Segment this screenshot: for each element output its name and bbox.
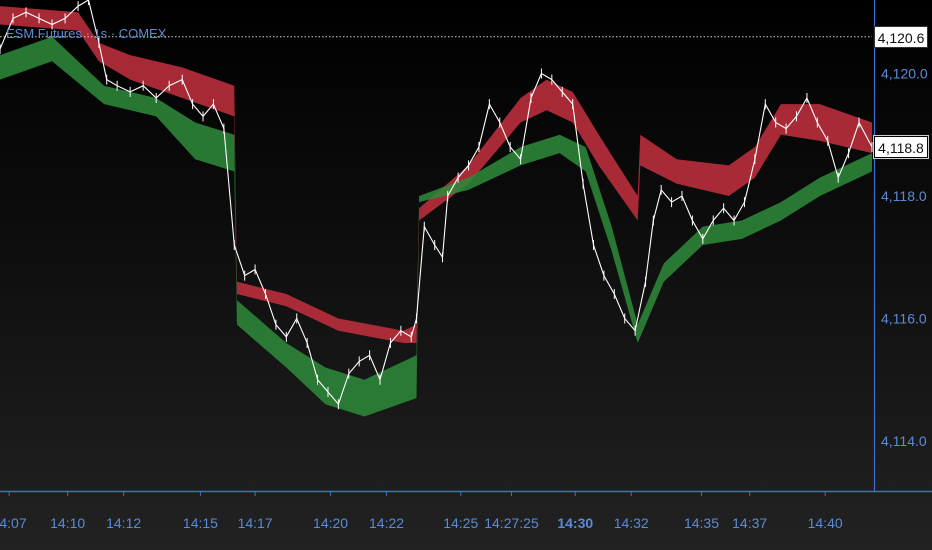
y-axis-ticks: 4,120.0 4,118.0 4,116.0 4,114.0 xyxy=(881,66,928,450)
x-tick-label: 14:12 xyxy=(106,515,141,531)
x-tick-label: 14:22 xyxy=(369,515,404,531)
x-tick-label: 14:07 xyxy=(0,515,27,531)
bands-layer xyxy=(0,6,872,417)
chart-root: 4,120.04,118.04,116.04,114.0 14:0714:101… xyxy=(0,0,932,550)
upper-band xyxy=(0,6,872,343)
x-tick-label: 14:40 xyxy=(808,515,843,531)
x-tick-label: 14:27:25 xyxy=(484,515,539,531)
chart-canvas[interactable]: 4,120.04,118.04,116.04,114.0 14:0714:101… xyxy=(0,0,932,550)
x-tick-label: 14:35 xyxy=(684,515,719,531)
symbol-label: ESM Futures · 1s · COMEX xyxy=(6,26,167,41)
x-tick-label: 14:37 xyxy=(732,515,767,531)
crosshair-price-tag: 4,120.6 xyxy=(874,25,928,48)
y-tick-label: 4,116.0 xyxy=(881,311,927,327)
last-price-tag: 4,118.8 xyxy=(873,135,929,159)
x-tick-label: 14:17 xyxy=(238,515,273,531)
x-tick-label: 14:10 xyxy=(50,515,85,531)
x-tick-label: 14:32 xyxy=(614,515,649,531)
lower-band xyxy=(0,36,872,417)
x-tick-label: 14:20 xyxy=(313,515,348,531)
y-tick-label: 4,118.0 xyxy=(881,188,927,204)
x-tick-label: 14:25 xyxy=(443,515,478,531)
x-tick-label: 14:30 xyxy=(557,515,593,531)
y-tick-label: 4,120.0 xyxy=(881,66,928,82)
y-tick-label: 4,114.0 xyxy=(881,433,927,449)
x-tick-label: 14:15 xyxy=(183,515,218,531)
x-axis-ticks: 14:07 14:10 14:12 14:15 14:17 14:20 14:22 14:25… xyxy=(0,491,843,531)
